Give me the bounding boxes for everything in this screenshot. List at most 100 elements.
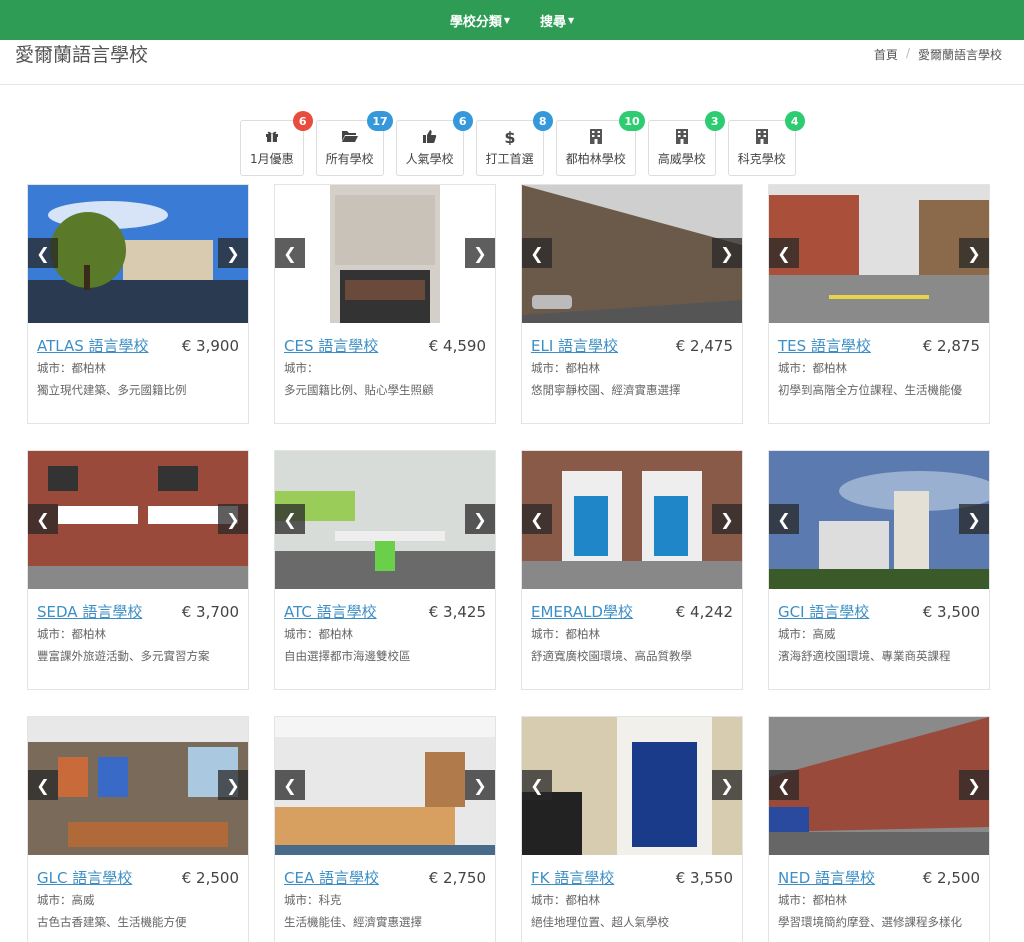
photo-carousel: ❮ ❯: [275, 451, 495, 589]
carousel-prev-button[interactable]: ❮: [522, 770, 552, 800]
carousel-prev-button[interactable]: ❮: [275, 238, 305, 268]
carousel-prev-button[interactable]: ❮: [28, 504, 58, 534]
chevron-right-icon: ❯: [473, 509, 487, 529]
school-name-link[interactable]: CES 語言學校: [284, 335, 378, 356]
school-card: ❮ ❯ ELI 語言學校 € 2,475 城市：都柏林 悠閒寧靜校園、經濟實惠選擇: [521, 184, 743, 424]
chevron-left-icon: ❮: [777, 509, 791, 529]
filter-bar: 1月優惠 6 所有學校 17 人氣學校 6 $ 打工首選 8 都柏林學校 10 高威學校 3 科克學校 4: [240, 111, 805, 176]
carousel-next-button[interactable]: ❯: [465, 238, 495, 268]
school-description: 初學到高階全方位課程、生活機能優: [778, 383, 962, 397]
carousel-next-button[interactable]: ❯: [959, 770, 989, 800]
school-name-link[interactable]: GCI 語言學校: [778, 601, 869, 622]
chevron-left-icon: ❮: [36, 509, 50, 529]
chevron-right-icon: ❯: [226, 243, 240, 263]
carousel-next-button[interactable]: ❯: [218, 504, 248, 534]
school-city: 城市：: [284, 361, 319, 375]
filter-button-0[interactable]: 1月優惠 6: [240, 111, 313, 176]
school-price: € 3,900: [181, 337, 239, 355]
nav-search[interactable]: 搜尋 ▼: [540, 11, 574, 30]
school-name-link[interactable]: ELI 語言學校: [531, 335, 618, 356]
building-icon: [589, 129, 602, 145]
school-description: 古色古香建築、生活機能方便: [37, 915, 187, 929]
carousel-next-button[interactable]: ❯: [465, 504, 495, 534]
filter-button-4[interactable]: 都柏林學校 10: [555, 111, 645, 176]
carousel-next-button[interactable]: ❯: [959, 238, 989, 268]
filter-label: 1月優惠: [250, 152, 294, 166]
school-description: 悠閒寧靜校園、經濟實惠選擇: [531, 383, 681, 397]
filter-button-3[interactable]: $ 打工首選 8: [475, 111, 553, 176]
school-city: 城市：科克: [284, 893, 342, 907]
carousel-next-button[interactable]: ❯: [218, 238, 248, 268]
school-name-link[interactable]: ATC 語言學校: [284, 601, 377, 622]
school-name-link[interactable]: EMERALD學校: [531, 601, 633, 622]
school-city: 城市：都柏林: [778, 893, 847, 907]
count-badge: 3: [704, 111, 725, 131]
chevron-right-icon: ❯: [226, 509, 240, 529]
school-info: GCI 語言學校 € 3,500 城市：高威 濱海舒適校園環境、專業商英課程: [769, 589, 989, 664]
count-badge: 6: [452, 111, 473, 131]
photo-carousel: ❮ ❯: [522, 717, 742, 855]
school-description: 自由選擇都市海邊雙校區: [284, 649, 411, 663]
chevron-right-icon: ❯: [473, 775, 487, 795]
gift-icon: [265, 129, 279, 145]
school-description: 絕佳地理位置、超人氣學校: [531, 915, 669, 929]
school-info: SEDA 語言學校 € 3,700 城市：都柏林 豐富課外旅遊活動、多元實習方案: [28, 589, 248, 664]
school-name-link[interactable]: NED 語言學校: [778, 867, 875, 888]
school-name-link[interactable]: GLC 語言學校: [37, 867, 132, 888]
filter-button-1[interactable]: 所有學校 17: [315, 111, 393, 176]
school-info: NED 語言學校 € 2,500 城市：都柏林 學習環境簡約摩登、選修課程多樣化: [769, 855, 989, 930]
carousel-next-button[interactable]: ❯: [959, 504, 989, 534]
carousel-next-button[interactable]: ❯: [218, 770, 248, 800]
carousel-prev-button[interactable]: ❮: [769, 238, 799, 268]
caret-down-icon: ▼: [503, 15, 510, 25]
nav-school-category[interactable]: 學校分類 ▼: [450, 11, 510, 30]
chevron-left-icon: ❮: [530, 775, 544, 795]
school-photo: [769, 717, 989, 855]
school-name-link[interactable]: SEDA 語言學校: [37, 601, 142, 622]
carousel-prev-button[interactable]: ❮: [769, 504, 799, 534]
school-name-link[interactable]: ATLAS 語言學校: [37, 335, 149, 356]
carousel-next-button[interactable]: ❯: [465, 770, 495, 800]
school-city: 城市：高威: [778, 627, 836, 641]
filter-button-6[interactable]: 科克學校 4: [727, 111, 805, 176]
school-photo: [522, 451, 742, 589]
carousel-next-button[interactable]: ❯: [712, 238, 742, 268]
carousel-next-button[interactable]: ❯: [712, 770, 742, 800]
school-info: FK 語言學校 € 3,550 城市：都柏林 絕佳地理位置、超人氣學校: [522, 855, 742, 930]
school-city: 城市：都柏林: [531, 627, 600, 641]
photo-carousel: ❮ ❯: [769, 185, 989, 323]
school-name-link[interactable]: CEA 語言學校: [284, 867, 379, 888]
school-info: CES 語言學校 € 4,590 城市： 多元國籍比例、貼心學生照顧: [275, 323, 495, 398]
page-title: 愛爾蘭語言學校: [15, 44, 149, 66]
photo-carousel: ❮ ❯: [769, 717, 989, 855]
chevron-right-icon: ❯: [720, 243, 734, 263]
carousel-next-button[interactable]: ❯: [712, 504, 742, 534]
count-badge: 17: [367, 111, 393, 131]
carousel-prev-button[interactable]: ❮: [275, 504, 305, 534]
school-price: € 2,750: [428, 869, 486, 887]
chevron-right-icon: ❯: [967, 775, 981, 795]
filter-label: 人氣學校: [405, 152, 454, 166]
carousel-prev-button[interactable]: ❮: [769, 770, 799, 800]
school-name-link[interactable]: FK 語言學校: [531, 867, 614, 888]
carousel-prev-button[interactable]: ❮: [522, 504, 552, 534]
carousel-prev-button[interactable]: ❮: [275, 770, 305, 800]
carousel-prev-button[interactable]: ❮: [28, 770, 58, 800]
carousel-prev-button[interactable]: ❮: [522, 238, 552, 268]
school-description: 生活機能佳、經濟實惠選擇: [284, 915, 422, 929]
filter-button-2[interactable]: 人氣學校 6: [395, 111, 473, 176]
school-card: ❮ ❯ ATC 語言學校 € 3,425 城市：都柏林 自由選擇都市海邊雙校區: [274, 450, 496, 690]
school-card: ❮ ❯ EMERALD學校 € 4,242 城市：都柏林 舒適寬廣校園環境、高品質教學: [521, 450, 743, 690]
school-description: 獨立現代建築、多元國籍比例: [37, 383, 187, 397]
filter-button-5[interactable]: 高威學校 3: [647, 111, 725, 176]
carousel-prev-button[interactable]: ❮: [28, 238, 58, 268]
school-price: € 4,242: [675, 603, 733, 621]
chevron-left-icon: ❮: [530, 509, 544, 529]
school-card: ❮ ❯ CEA 語言學校 € 2,750 城市：科克生活機能佳、經濟實惠選擇: [274, 716, 496, 942]
breadcrumb-home[interactable]: 首頁: [874, 46, 898, 63]
photo-carousel: ❮ ❯: [275, 185, 495, 323]
breadcrumb: 首頁 / 愛爾蘭語言學校: [874, 46, 1002, 63]
chevron-right-icon: ❯: [720, 509, 734, 529]
school-name-link[interactable]: TES 語言學校: [778, 335, 871, 356]
chevron-left-icon: ❮: [530, 243, 544, 263]
